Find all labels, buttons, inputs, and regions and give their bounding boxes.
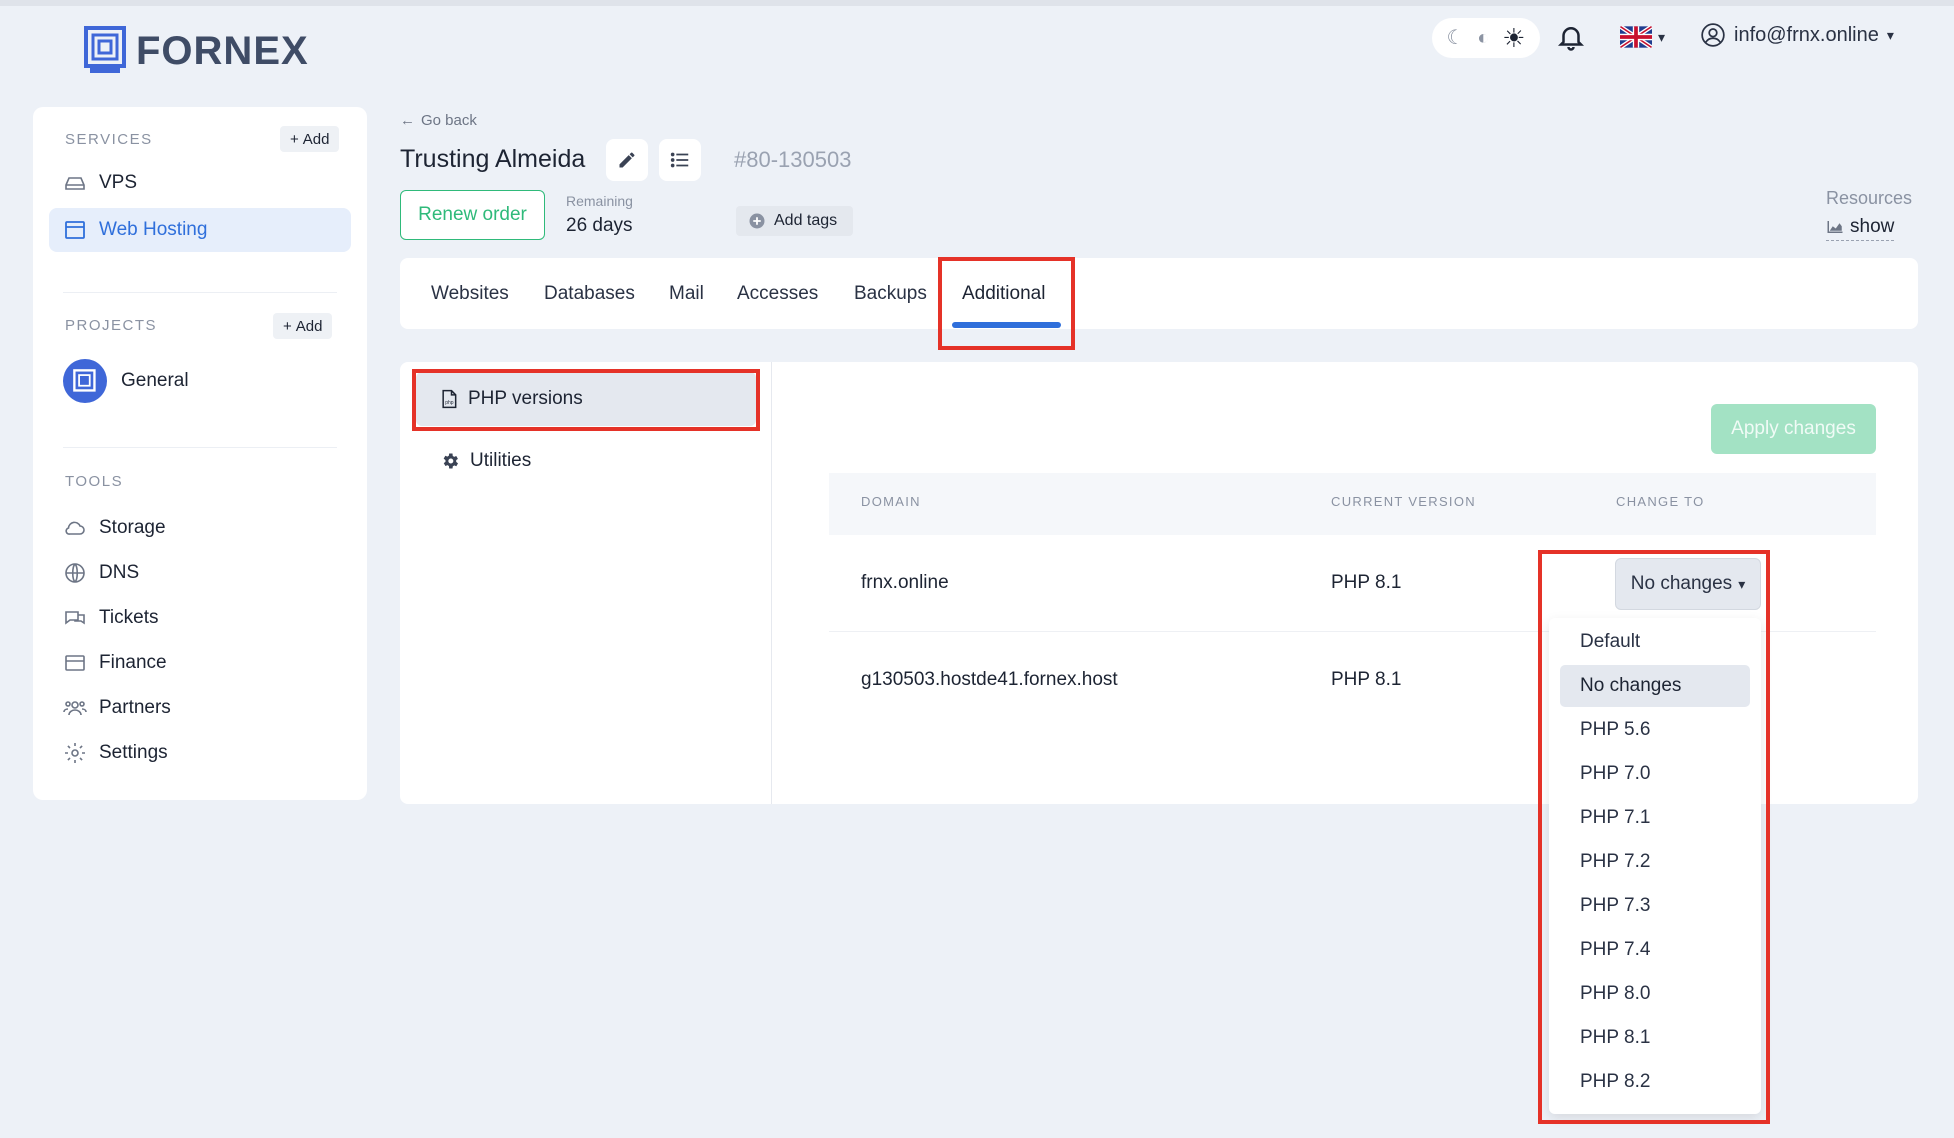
bell-icon[interactable]: [1556, 22, 1586, 52]
sidebar-item-settings[interactable]: Settings: [49, 731, 351, 775]
tab-backups[interactable]: Backups: [854, 283, 927, 305]
chevron-down-icon: ▾: [1658, 28, 1666, 45]
sidebar-item-label: Settings: [99, 742, 168, 763]
globe-icon: [65, 563, 85, 583]
subnav-label: Utilities: [470, 450, 532, 471]
column-header-change-to: CHANGE TO: [1616, 494, 1705, 509]
go-back-label: Go back: [421, 112, 477, 129]
remaining-label: Remaining: [566, 193, 633, 209]
moon-icon[interactable]: ☾: [1446, 28, 1464, 48]
order-number: #80-130503: [734, 147, 851, 173]
top-strip: [0, 0, 1954, 6]
arrow-left-icon: ←: [400, 112, 415, 129]
add-tags-button[interactable]: Add tags: [736, 206, 854, 236]
people-icon: [63, 701, 87, 716]
sidebar-item-storage[interactable]: Storage: [49, 506, 351, 550]
gear-icon: [443, 453, 458, 469]
user-circle-icon: [1701, 23, 1725, 47]
resources-label: Resources: [1826, 188, 1913, 208]
sidebar-item-partners[interactable]: Partners: [49, 686, 351, 730]
brand-name: FORNEX: [136, 28, 309, 73]
services-heading: SERVICES: [65, 131, 153, 148]
sidebar-item-finance[interactable]: Finance: [49, 641, 351, 685]
fornex-logo-icon: [84, 26, 126, 73]
sidebar-item-web-hosting[interactable]: Web Hosting: [49, 208, 351, 252]
highlight-box-tab: [938, 257, 1075, 350]
tools-heading: TOOLS: [65, 473, 124, 490]
sidebar-item-label: DNS: [99, 562, 140, 583]
sidebar-item-dns[interactable]: DNS: [49, 551, 351, 595]
edit-button[interactable]: [606, 139, 648, 181]
add-project-button[interactable]: + Add: [273, 313, 333, 339]
list-icon: [670, 152, 689, 168]
apply-changes-button[interactable]: Apply changes: [1711, 404, 1876, 454]
add-tags-label: Add tags: [774, 212, 838, 229]
credit-card-icon: [65, 655, 85, 671]
chart-area-icon: [1827, 221, 1843, 233]
sidebar-item-label: Partners: [99, 697, 171, 718]
add-label: Add: [302, 130, 330, 148]
details-list-button[interactable]: [659, 139, 701, 181]
uk-flag-icon: [1620, 26, 1652, 48]
user-email: info@frnx.online: [1734, 23, 1879, 46]
chevron-down-icon: ▾: [1886, 26, 1894, 43]
pencil-icon: [619, 152, 635, 168]
page-title: Trusting Almeida: [400, 145, 586, 173]
plus-circle-icon: [749, 213, 765, 229]
plus-icon: +: [290, 130, 299, 148]
project-general[interactable]: General: [63, 359, 189, 403]
column-header-current-version: CURRENT VERSION: [1331, 494, 1476, 509]
browser-icon: [65, 221, 85, 239]
sidebar-item-tickets[interactable]: Tickets: [49, 596, 351, 640]
row-domain: frnx.online: [861, 572, 949, 593]
sidebar-item-label: Web Hosting: [99, 219, 208, 240]
language-selector[interactable]: ▾: [1620, 26, 1665, 48]
brand-logo[interactable]: FORNEX: [84, 26, 309, 76]
resources-show-link[interactable]: show: [1826, 216, 1895, 241]
renew-order-button[interactable]: Renew order: [400, 190, 545, 240]
content-divider: [771, 362, 772, 804]
half-moon-icon[interactable]: ◐: [1477, 28, 1489, 48]
tab-mail[interactable]: Mail: [669, 283, 704, 305]
divider: [63, 292, 337, 293]
cloud-icon: [65, 521, 85, 535]
row-current-version: PHP 8.1: [1331, 572, 1402, 593]
highlight-box-dropdown: [1538, 550, 1770, 1124]
order-number-value: 80-130503: [746, 147, 852, 172]
add-label: Add: [295, 317, 323, 335]
subnav-utilities[interactable]: Utilities: [416, 434, 756, 488]
projects-heading: PROJECTS: [65, 317, 158, 334]
row-domain: g130503.hostde41.fornex.host: [861, 669, 1118, 690]
sidebar-item-label: VPS: [99, 172, 138, 193]
resources-show-label: show: [1850, 216, 1895, 237]
tab-websites[interactable]: Websites: [431, 283, 509, 305]
sidebar-item-label: Finance: [99, 652, 167, 673]
remaining-value: 26 days: [566, 215, 633, 236]
project-label: General: [121, 370, 189, 391]
sidebar-item-label: Storage: [99, 517, 166, 538]
user-menu[interactable]: info@frnx.online ▾: [1700, 22, 1894, 48]
divider: [63, 447, 337, 448]
gear-icon: [65, 743, 85, 763]
project-logo-icon: [63, 359, 107, 403]
sun-icon[interactable]: ☀: [1502, 25, 1525, 51]
sidebar-item-label: Tickets: [99, 607, 159, 628]
chat-icon: [65, 611, 85, 625]
row-current-version: PHP 8.1: [1331, 669, 1402, 690]
add-service-button[interactable]: + Add: [280, 126, 340, 152]
hash-icon: #: [734, 147, 747, 172]
go-back-link[interactable]: ← Go back: [400, 112, 477, 129]
column-header-domain: DOMAIN: [861, 494, 921, 509]
sidebar: SERVICES + Add VPS Web Hosting PROJECTS …: [33, 107, 367, 800]
plus-icon: +: [283, 317, 292, 335]
tab-databases[interactable]: Databases: [544, 283, 635, 305]
sidebar-item-vps[interactable]: VPS: [49, 161, 351, 205]
server-icon: [65, 177, 85, 190]
theme-toggle[interactable]: ☾ ◐ ☀: [1432, 18, 1540, 58]
tab-accesses[interactable]: Accesses: [737, 283, 818, 305]
highlight-box-php-versions: [412, 369, 760, 431]
